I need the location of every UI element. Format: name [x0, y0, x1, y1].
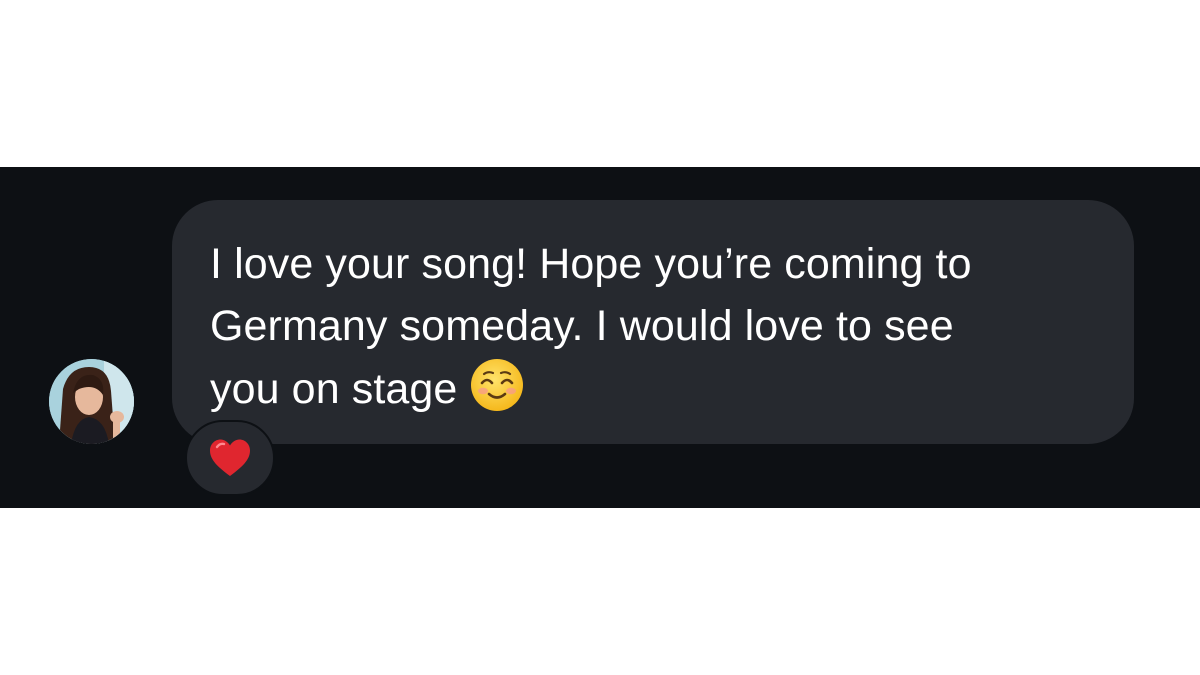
sender-avatar[interactable] [49, 359, 134, 444]
red-heart-icon [210, 439, 250, 476]
message-text: I love your song! Hope you’re coming to … [210, 233, 1110, 420]
smiling-face-emoji-icon [469, 357, 525, 413]
message-line-2: Germany someday. I would love to see [210, 302, 954, 350]
message-bubble[interactable]: I love your song! Hope you’re coming to … [172, 200, 1134, 444]
heart-reaction-button[interactable] [185, 420, 275, 496]
profile-photo-icon [49, 359, 134, 444]
message-line-3: you on stage [210, 357, 1110, 420]
message-line-1: I love your song! Hope you’re coming to [210, 240, 972, 288]
message-line-3-text: you on stage [210, 365, 458, 413]
